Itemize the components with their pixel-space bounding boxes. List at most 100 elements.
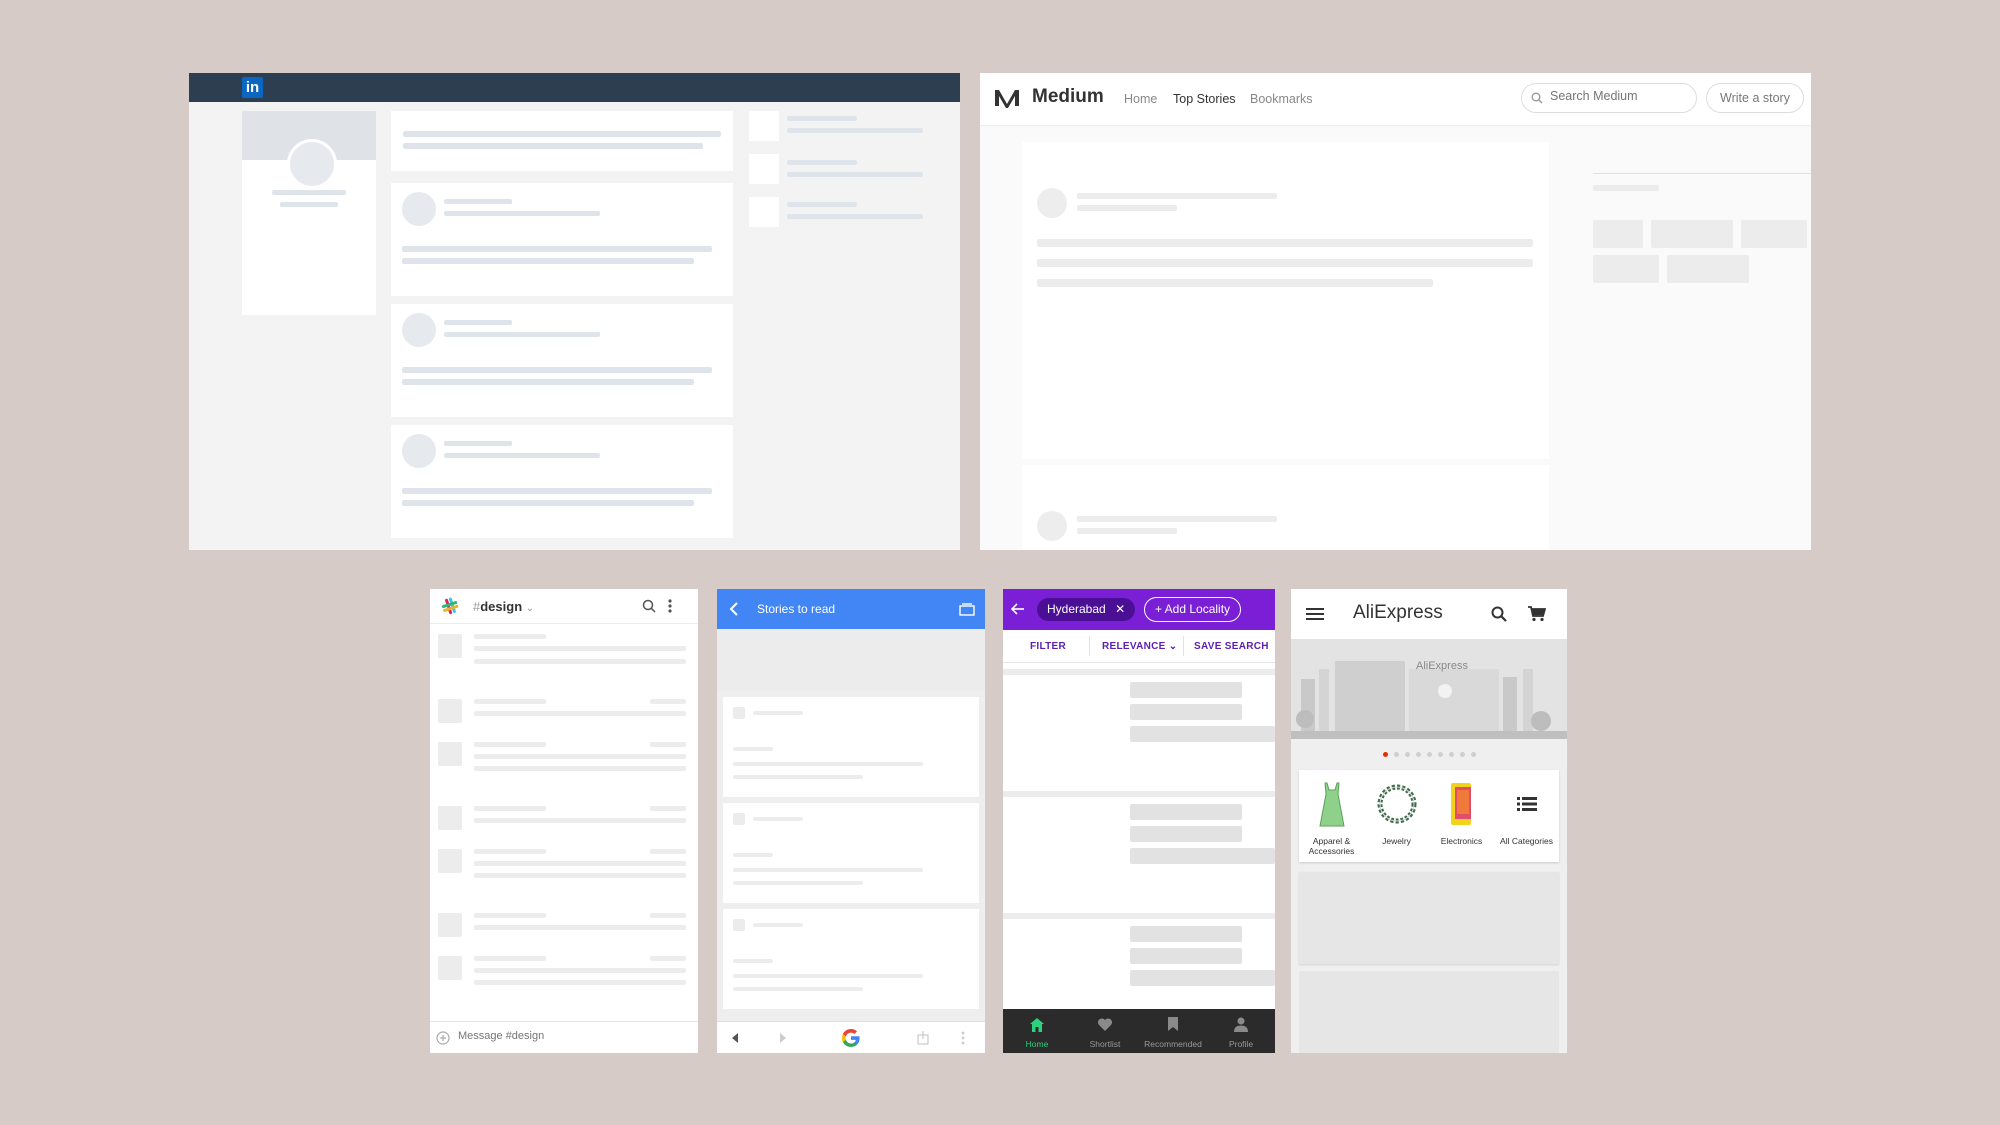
medium-brand[interactable]: Medium xyxy=(1032,86,1104,108)
skeleton-line xyxy=(1037,259,1533,267)
skeleton-line xyxy=(787,202,857,207)
message-input[interactable] xyxy=(458,1030,668,1042)
nav-shortlist[interactable]: Shortlist xyxy=(1071,1009,1139,1053)
carousel-dot[interactable] xyxy=(1382,752,1388,757)
carousel-dot[interactable] xyxy=(1459,752,1465,757)
channel-title[interactable]: #design ⌄ xyxy=(473,599,534,614)
more-vertical-icon[interactable] xyxy=(961,1031,965,1045)
skeleton-line xyxy=(733,959,773,963)
channel-name: design xyxy=(480,599,523,614)
skeleton-line xyxy=(474,699,546,704)
skeleton-line xyxy=(650,913,686,918)
google-logo-icon[interactable] xyxy=(841,1028,861,1048)
skeleton-line xyxy=(787,160,857,165)
cart-icon[interactable] xyxy=(1528,606,1546,622)
tag-placeholder xyxy=(1667,255,1749,283)
skeleton-line xyxy=(1130,948,1242,964)
carousel-dot[interactable] xyxy=(1448,752,1454,757)
carousel-dot[interactable] xyxy=(1393,752,1399,757)
linkedin-logo[interactable]: in xyxy=(242,77,263,98)
story-card-placeholder xyxy=(723,697,979,797)
carousel-dot[interactable] xyxy=(1415,752,1421,757)
tab-divider xyxy=(1183,636,1184,656)
tab-relevance[interactable]: RELEVANCE ⌄ xyxy=(1102,641,1177,652)
app-header: AliExpress xyxy=(1291,589,1567,639)
section-divider xyxy=(1003,913,1275,919)
category-electronics[interactable]: Electronics xyxy=(1429,770,1494,862)
skeleton-line xyxy=(474,818,686,823)
carousel-indicator xyxy=(1291,751,1567,759)
add-locality-button[interactable]: + Add Locality xyxy=(1144,597,1242,622)
skeleton-line xyxy=(733,747,773,751)
skeleton-line xyxy=(787,116,857,121)
avatar-placeholder xyxy=(438,806,462,830)
skeleton-line xyxy=(650,849,686,854)
nav-home[interactable]: Home xyxy=(1124,92,1157,106)
skeleton-line xyxy=(444,453,600,458)
skeleton-line xyxy=(1130,970,1275,986)
skeleton-line xyxy=(733,881,863,885)
nav-profile[interactable]: Profile xyxy=(1207,1009,1275,1053)
skeleton-line xyxy=(403,143,703,149)
avatar-placeholder xyxy=(438,742,462,766)
skeleton-line xyxy=(1593,185,1659,191)
medium-header: Medium Home Top Stories Bookmarks Write … xyxy=(980,73,1811,126)
close-icon[interactable]: ✕ xyxy=(1115,602,1125,616)
feed-post-placeholder xyxy=(391,183,733,296)
write-story-button[interactable]: Write a story xyxy=(1706,83,1804,113)
search-icon[interactable] xyxy=(1491,606,1507,622)
skeleton-line xyxy=(402,379,694,385)
list-icon xyxy=(1517,797,1537,811)
skeleton-line xyxy=(1130,682,1242,698)
aliexpress-brand[interactable]: AliExpress xyxy=(1353,602,1443,624)
bookmark-icon xyxy=(1168,1017,1178,1031)
nav-recommended[interactable]: Recommended xyxy=(1139,1009,1207,1053)
location-chip[interactable]: Hyderabad ✕ xyxy=(1037,598,1136,621)
menu-icon[interactable] xyxy=(1306,607,1324,621)
carousel-dot[interactable] xyxy=(1404,752,1410,757)
skeleton-line xyxy=(474,742,546,747)
carousel-dot[interactable] xyxy=(1426,752,1432,757)
banner-text: AliExpress xyxy=(1416,660,1468,672)
skeleton-line xyxy=(403,131,721,137)
tabs-icon[interactable] xyxy=(959,603,975,616)
necklace-icon xyxy=(1377,784,1417,824)
skeleton-line xyxy=(733,974,923,978)
carousel-dot[interactable] xyxy=(1470,752,1476,757)
suggestion-thumb-placeholder xyxy=(749,111,779,141)
back-arrow-icon[interactable] xyxy=(729,602,739,616)
nav-home[interactable]: Home xyxy=(1003,1009,1071,1053)
profile-icon xyxy=(1234,1017,1248,1032)
add-icon[interactable] xyxy=(436,1031,450,1045)
medium-logo-icon[interactable] xyxy=(994,87,1020,109)
chevron-down-icon: ⌄ xyxy=(525,603,535,614)
avatar-placeholder xyxy=(1037,511,1067,541)
skeleton-line xyxy=(1037,239,1533,247)
skeleton-line xyxy=(787,214,923,219)
category-all[interactable]: All Categories xyxy=(1494,770,1559,862)
share-icon[interactable] xyxy=(917,1030,929,1045)
tab-save-search[interactable]: SAVE SEARCH xyxy=(1194,641,1269,652)
skeleton-line xyxy=(272,190,346,195)
nav-top-stories[interactable]: Top Stories xyxy=(1173,92,1236,106)
skeleton-line xyxy=(402,500,694,506)
slack-logo-icon[interactable] xyxy=(441,597,459,615)
search-input[interactable] xyxy=(1550,89,1690,103)
skeleton-line xyxy=(402,246,712,252)
nav-bookmarks[interactable]: Bookmarks xyxy=(1250,92,1313,106)
section-divider xyxy=(1003,791,1275,797)
search-icon[interactable] xyxy=(642,599,656,613)
carousel-dot[interactable] xyxy=(1437,752,1443,757)
tag-placeholder xyxy=(1741,220,1807,248)
category-apparel[interactable]: Apparel & Accessories xyxy=(1299,770,1364,862)
category-jewelry[interactable]: Jewelry xyxy=(1364,770,1429,862)
skeleton-line xyxy=(444,199,512,204)
promo-banner[interactable]: AliExpress xyxy=(1291,639,1567,739)
back-arrow-icon[interactable] xyxy=(1011,603,1025,615)
more-vertical-icon[interactable] xyxy=(668,598,672,614)
forward-icon[interactable] xyxy=(779,1032,787,1044)
back-icon[interactable] xyxy=(731,1032,739,1044)
dress-icon xyxy=(1319,782,1345,827)
search-box[interactable] xyxy=(1521,83,1697,113)
tab-filter[interactable]: FILTER xyxy=(1030,641,1066,652)
